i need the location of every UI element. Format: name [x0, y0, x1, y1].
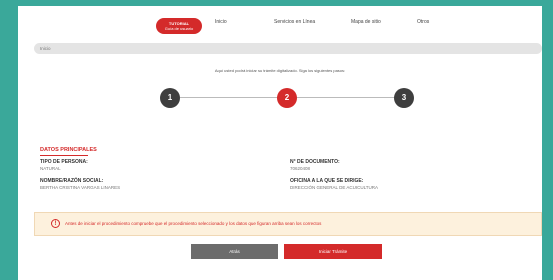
- top-nav: TUTORIAL Guía de usuario Inicio Servicio…: [18, 12, 542, 34]
- intro-text: Aquí usted podrá iniciar su trámite digi…: [214, 68, 346, 73]
- step-1: 1: [160, 88, 180, 108]
- start-procedure-button[interactable]: Iniciar Trámite: [284, 244, 382, 259]
- back-button[interactable]: Atrás: [191, 244, 278, 259]
- nav-item-servicios[interactable]: Servicios en Línea: [274, 19, 315, 25]
- nav-item-otros[interactable]: Otros: [417, 19, 429, 25]
- datos-title: DATOS PRINCIPALES: [40, 147, 97, 153]
- warning-text: Antes de iniciar el procedimiento compru…: [65, 221, 322, 226]
- nombre-label: NOMBRE/RAZÓN SOCIAL:: [40, 178, 104, 184]
- nav-item-mapa[interactable]: Mapa de sitio: [351, 19, 381, 25]
- nombre-value: BERTHA CRISTINA VARGAS LINARES: [40, 185, 121, 190]
- page: TUTORIAL Guía de usuario Inicio Servicio…: [18, 6, 542, 280]
- warning-box: ! Antes de iniciar el procedimiento comp…: [34, 212, 542, 236]
- nav-tutorial-sublabel: Guía de usuario: [164, 26, 194, 31]
- tipo-persona-label: TIPO DE PERSONA:: [40, 159, 88, 165]
- search-bar[interactable]: [34, 43, 542, 54]
- oficina-value: DIRECCIÓN GENERAL DE ACUICULTURA: [290, 185, 379, 190]
- documento-value: 70620408: [290, 166, 311, 171]
- info-icon: !: [51, 219, 60, 228]
- datos-title-underline: [40, 155, 88, 156]
- step-3: 3: [394, 88, 414, 108]
- step-2-active: 2: [277, 88, 297, 108]
- nav-item-inicio[interactable]: Inicio: [215, 19, 227, 25]
- documento-label: N° DE DOCUMENTO:: [290, 159, 340, 165]
- search-input[interactable]: [40, 45, 240, 52]
- nav-tutorial-button[interactable]: TUTORIAL Guía de usuario: [156, 18, 202, 34]
- oficina-label: OFICINA A LA QUE SE DIRIGE:: [290, 178, 364, 184]
- tipo-persona-value: NATURAL: [40, 166, 61, 171]
